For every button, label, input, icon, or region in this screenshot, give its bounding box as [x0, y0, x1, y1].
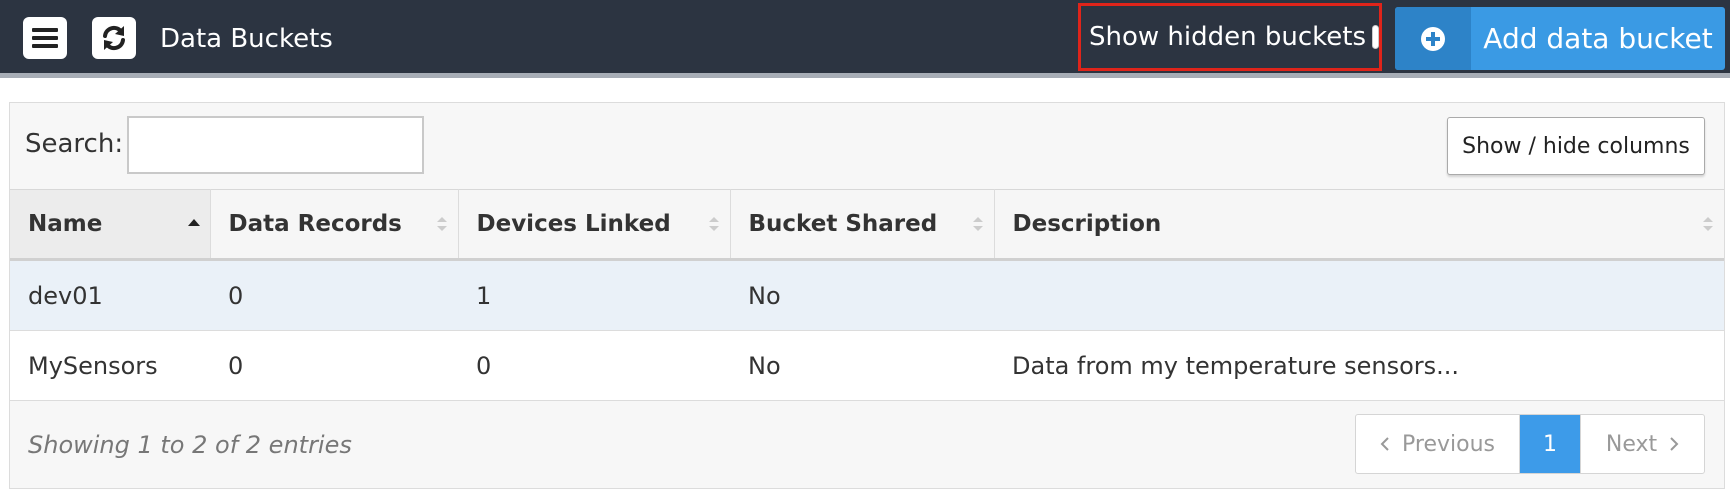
show-hidden-label: Show hidden buckets	[1089, 22, 1367, 52]
hamburger-menu-icon	[32, 28, 58, 48]
table-row[interactable]: dev01 0 1 No	[10, 259, 1724, 331]
add-button-label: Add data bucket	[1483, 22, 1713, 55]
sort-both-icon	[972, 217, 983, 231]
cell-description	[994, 259, 1724, 331]
chevron-right-icon	[1670, 437, 1679, 451]
column-header-name[interactable]: Name	[10, 189, 211, 261]
next-label: Next	[1605, 431, 1658, 457]
pagination: Previous 1 Next	[1355, 414, 1705, 474]
cell-data-records: 0	[210, 259, 458, 331]
column-header-label: Devices Linked	[476, 211, 671, 237]
page-1-button[interactable]: 1	[1520, 415, 1581, 473]
sort-both-icon	[1703, 217, 1713, 231]
add-data-bucket-button[interactable]: Add data bucket	[1395, 7, 1725, 70]
cell-data-records: 0	[210, 330, 458, 401]
column-header-label: Description	[1012, 211, 1162, 237]
show-hidden-buckets-toggle[interactable]: Show hidden buckets	[1078, 3, 1382, 71]
column-header-devices-linked[interactable]: Devices Linked	[458, 189, 731, 261]
buckets-panel: Search: Show / hide columns Name Data Re…	[9, 102, 1725, 489]
cell-description: Data from my temperature sensors...	[994, 330, 1724, 401]
previous-page-button[interactable]: Previous	[1356, 415, 1520, 473]
cell-devices-linked: 0	[458, 330, 730, 401]
menu-button[interactable]	[23, 17, 67, 59]
table-row[interactable]: MySensors 0 0 No Data from my temperatur…	[10, 330, 1724, 401]
cell-bucket-shared: No	[730, 330, 994, 401]
column-header-description[interactable]: Description	[994, 189, 1724, 261]
page-title: Data Buckets	[160, 24, 333, 54]
column-header-label: Name	[28, 211, 103, 237]
add-button-icon-area	[1395, 7, 1471, 70]
chevron-left-icon	[1380, 437, 1389, 451]
sort-ascending-icon	[187, 219, 200, 226]
plus-circle-icon	[1421, 26, 1445, 51]
refresh-button[interactable]	[92, 17, 136, 59]
show-hidden-checkbox[interactable]	[1372, 25, 1379, 49]
sort-both-icon	[436, 217, 447, 231]
cell-bucket-shared: No	[730, 259, 994, 331]
buckets-table: Name Data Records Devices Linked Bucket …	[10, 189, 1724, 401]
refresh-icon	[103, 25, 125, 51]
search-input[interactable]	[127, 116, 424, 174]
search-label: Search:	[25, 129, 124, 159]
previous-label: Previous	[1402, 431, 1495, 457]
table-header-row: Name Data Records Devices Linked Bucket …	[10, 189, 1724, 261]
column-header-bucket-shared[interactable]: Bucket Shared	[730, 189, 995, 261]
column-header-label: Bucket Shared	[748, 211, 938, 237]
column-header-data-records[interactable]: Data Records	[210, 189, 459, 261]
cell-name: MySensors	[10, 330, 210, 401]
sort-both-icon	[708, 217, 719, 231]
top-navbar: Data Buckets Show hidden buckets Add dat…	[0, 0, 1730, 78]
table-info: Showing 1 to 2 of 2 entries	[28, 431, 352, 459]
show-hide-columns-button[interactable]: Show / hide columns	[1447, 117, 1705, 175]
next-page-button[interactable]: Next	[1581, 415, 1704, 473]
cell-name: dev01	[10, 259, 210, 331]
cell-devices-linked: 1	[458, 259, 730, 331]
column-header-label: Data Records	[228, 211, 402, 237]
